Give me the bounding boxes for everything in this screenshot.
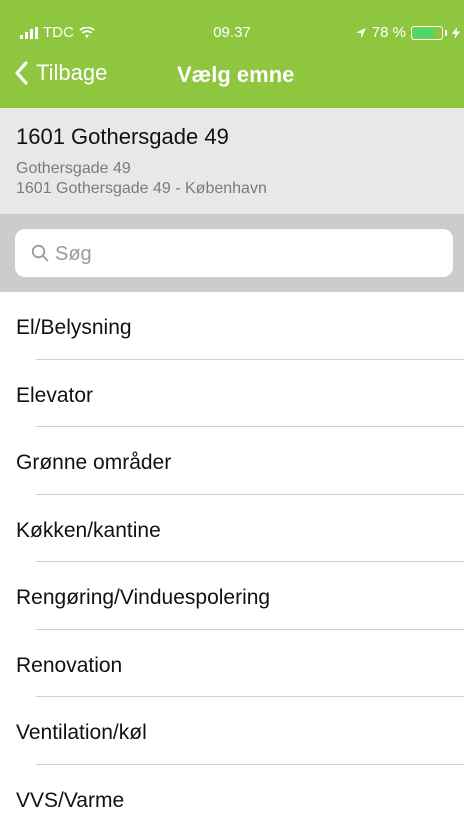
list-item-label: El/Belysning: [16, 316, 132, 340]
list-item-label: Renovation: [16, 654, 122, 678]
list-item[interactable]: Ventilation/køl: [0, 697, 464, 765]
topic-list: El/Belysning Elevator Grønne områder Køk…: [0, 292, 464, 832]
list-item-label: Ventilation/køl: [16, 721, 147, 745]
search-placeholder: Søg: [55, 243, 92, 266]
battery-percent: 78 %: [372, 24, 406, 41]
list-item[interactable]: VVS/Varme: [0, 765, 464, 832]
back-button[interactable]: Tilbage: [14, 60, 107, 86]
search-icon: [31, 244, 49, 262]
location-header: 1601 Gothersgade 49 Gothersgade 49 1601 …: [0, 108, 464, 215]
list-item-label: Grønne områder: [16, 451, 171, 475]
list-item-label: Køkken/kantine: [16, 519, 161, 543]
top-bar: TDC 09.37 78 % Tilbage V: [0, 0, 464, 108]
location-arrow-icon: [355, 27, 367, 39]
chevron-left-icon: [14, 61, 28, 85]
list-item[interactable]: Renovation: [0, 630, 464, 698]
page-title: Vælg emne: [177, 62, 294, 88]
location-street: Gothersgade 49: [16, 160, 131, 178]
battery-fill: [413, 28, 434, 38]
charging-icon: [452, 27, 460, 39]
location-name: 1601 Gothersgade 49: [16, 124, 229, 150]
list-item[interactable]: Køkken/kantine: [0, 495, 464, 563]
list-item-label: VVS/Varme: [16, 789, 124, 813]
navigation-bar: Tilbage Vælg emne: [0, 48, 464, 108]
list-item[interactable]: Grønne områder: [0, 427, 464, 495]
search-input[interactable]: Søg: [15, 229, 453, 277]
list-item[interactable]: Elevator: [0, 360, 464, 428]
list-item-label: Rengøring/Vinduespolering: [16, 586, 270, 610]
status-bar: TDC 09.37 78 %: [0, 0, 464, 48]
battery-icon: [411, 26, 443, 40]
status-right: 78 %: [355, 24, 460, 41]
battery-tip: [445, 30, 447, 36]
list-item[interactable]: El/Belysning: [0, 292, 464, 360]
list-item[interactable]: Rengøring/Vinduespolering: [0, 562, 464, 630]
list-item-label: Elevator: [16, 384, 93, 408]
back-label: Tilbage: [36, 60, 107, 86]
location-detail: 1601 Gothersgade 49 - København: [16, 180, 267, 198]
search-bar: Søg: [0, 214, 464, 292]
